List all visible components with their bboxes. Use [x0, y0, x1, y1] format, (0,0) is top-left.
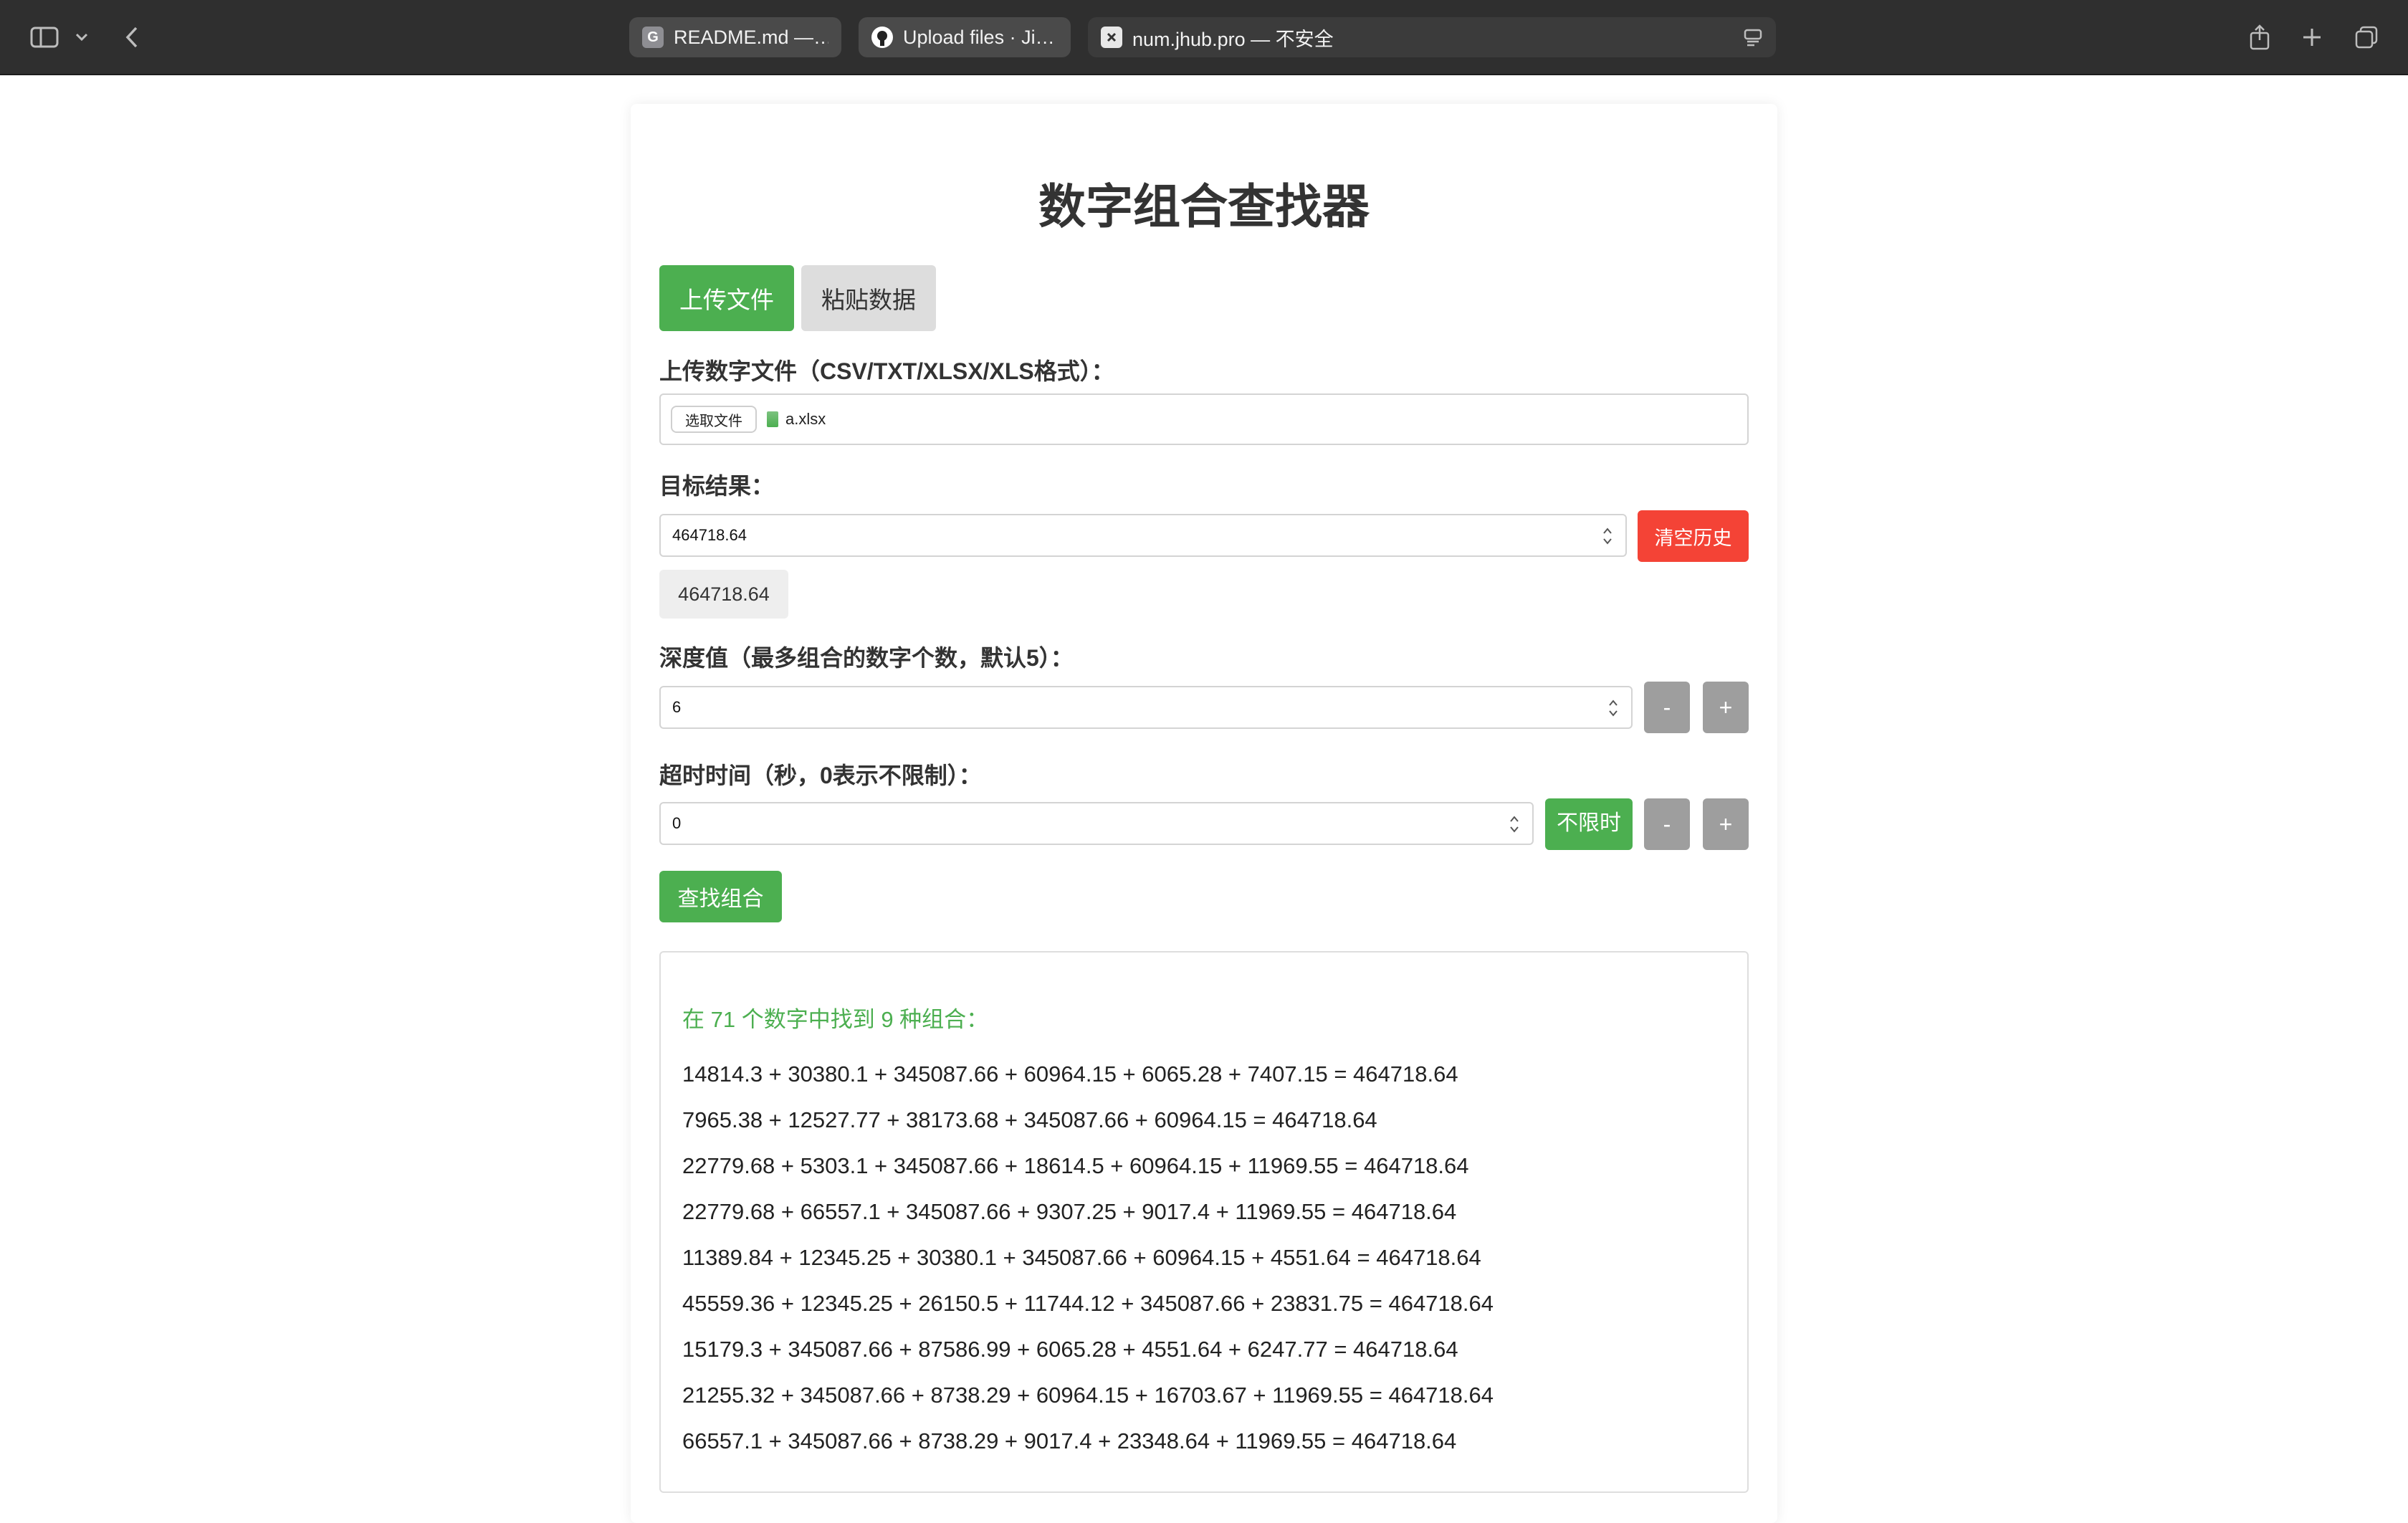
- share-icon[interactable]: [2247, 22, 2273, 53]
- timeout-decrement-button[interactable]: -: [1644, 798, 1690, 850]
- tab-readme[interactable]: G README.md —…: [629, 17, 841, 57]
- find-combinations-button[interactable]: 查找组合: [659, 871, 782, 922]
- g-favicon-icon: G: [642, 27, 664, 48]
- result-line: 15179.3 + 345087.66 + 87586.99 + 6065.28…: [682, 1337, 1458, 1362]
- depth-increment-button[interactable]: +: [1703, 682, 1749, 733]
- result-line: 22779.68 + 66557.1 + 345087.66 + 9307.25…: [682, 1199, 1457, 1224]
- tab-overview-icon[interactable]: [2352, 22, 2381, 53]
- tab-paste-data[interactable]: 粘贴数据: [801, 265, 936, 331]
- results-summary: 在 71 个数字中找到 9 种组合：: [682, 1007, 989, 1032]
- depth-input[interactable]: 6: [659, 686, 1633, 729]
- result-line: 21255.32 + 345087.66 + 8738.29 + 60964.1…: [682, 1383, 1494, 1408]
- tab-num-jhub[interactable]: num.jhub.pro — 不安全: [1088, 17, 1776, 57]
- page-title: 数字组合查找器: [1038, 180, 1370, 233]
- new-tab-icon[interactable]: [2299, 22, 2325, 53]
- github-icon: [871, 27, 893, 48]
- main-card: 数字组合查找器 上传文件 粘贴数据 上传数字文件（CSV/TXT/XLSX/XL…: [631, 104, 1777, 1523]
- history-chip[interactable]: 464718.64: [659, 570, 788, 619]
- x-favicon-icon: [1101, 27, 1122, 48]
- chevron-down-icon[interactable]: [72, 22, 92, 53]
- results-list: 14814.3 + 30380.1 + 345087.66 + 60964.15…: [682, 1051, 1494, 1464]
- timeout-increment-button[interactable]: +: [1703, 798, 1749, 850]
- timeout-label: 超时时间（秒，0表示不限制）：: [659, 763, 982, 788]
- sidebar-toggle-icon[interactable]: [27, 22, 62, 53]
- file-name-text: a.xlsx: [785, 410, 826, 428]
- number-stepper-icon[interactable]: [1608, 697, 1618, 719]
- target-input-value: 464718.64: [672, 526, 747, 544]
- depth-label: 深度值（最多组合的数字个数，默认5）：: [659, 645, 1074, 671]
- depth-input-value: 6: [672, 698, 682, 716]
- unlimited-time-button[interactable]: 不限时: [1545, 798, 1633, 850]
- result-line: 66557.1 + 345087.66 + 8738.29 + 9017.4 +…: [682, 1428, 1457, 1453]
- result-line: 14814.3 + 30380.1 + 345087.66 + 60964.15…: [682, 1061, 1458, 1087]
- file-input[interactable]: 选取文件 a.xlsx: [659, 393, 1749, 445]
- tab-label: num.jhub.pro — 不安全: [1132, 28, 1334, 50]
- target-input[interactable]: 464718.64: [659, 514, 1627, 557]
- choose-file-button[interactable]: 选取文件: [671, 406, 757, 433]
- number-stepper-icon[interactable]: [1509, 813, 1519, 835]
- result-line: 7965.38 + 12527.77 + 38173.68 + 345087.6…: [682, 1107, 1377, 1132]
- browser-toolbar: G README.md —… Upload files · Ji… num.jh…: [0, 0, 2408, 75]
- clear-history-button[interactable]: 清空历史: [1638, 510, 1749, 562]
- timeout-input[interactable]: 0: [659, 802, 1534, 845]
- result-line: 22779.68 + 5303.1 + 345087.66 + 18614.5 …: [682, 1153, 1469, 1178]
- tab-upload-files[interactable]: Upload files · Ji…: [859, 17, 1071, 57]
- timeout-input-value: 0: [672, 814, 682, 832]
- result-line: 45559.36 + 12345.25 + 26150.5 + 11744.12…: [682, 1291, 1494, 1316]
- tab-label: README.md —…: [674, 26, 828, 48]
- selected-file: a.xlsx: [767, 410, 826, 429]
- results-panel: 在 71 个数字中找到 9 种组合： 14814.3 + 30380.1 + 3…: [659, 951, 1749, 1493]
- number-stepper-icon[interactable]: [1602, 525, 1612, 547]
- back-icon[interactable]: [120, 22, 143, 53]
- xlsx-file-icon: [767, 411, 778, 427]
- tab-label: Upload files · Ji…: [903, 26, 1055, 48]
- upload-label: 上传数字文件（CSV/TXT/XLSX/XLS格式）：: [659, 358, 1114, 384]
- result-line: 11389.84 + 12345.25 + 30380.1 + 345087.6…: [682, 1245, 1481, 1270]
- target-label: 目标结果：: [659, 473, 775, 499]
- reader-icon[interactable]: [1743, 27, 1763, 47]
- depth-decrement-button[interactable]: -: [1644, 682, 1690, 733]
- tab-upload-file[interactable]: 上传文件: [659, 265, 794, 331]
